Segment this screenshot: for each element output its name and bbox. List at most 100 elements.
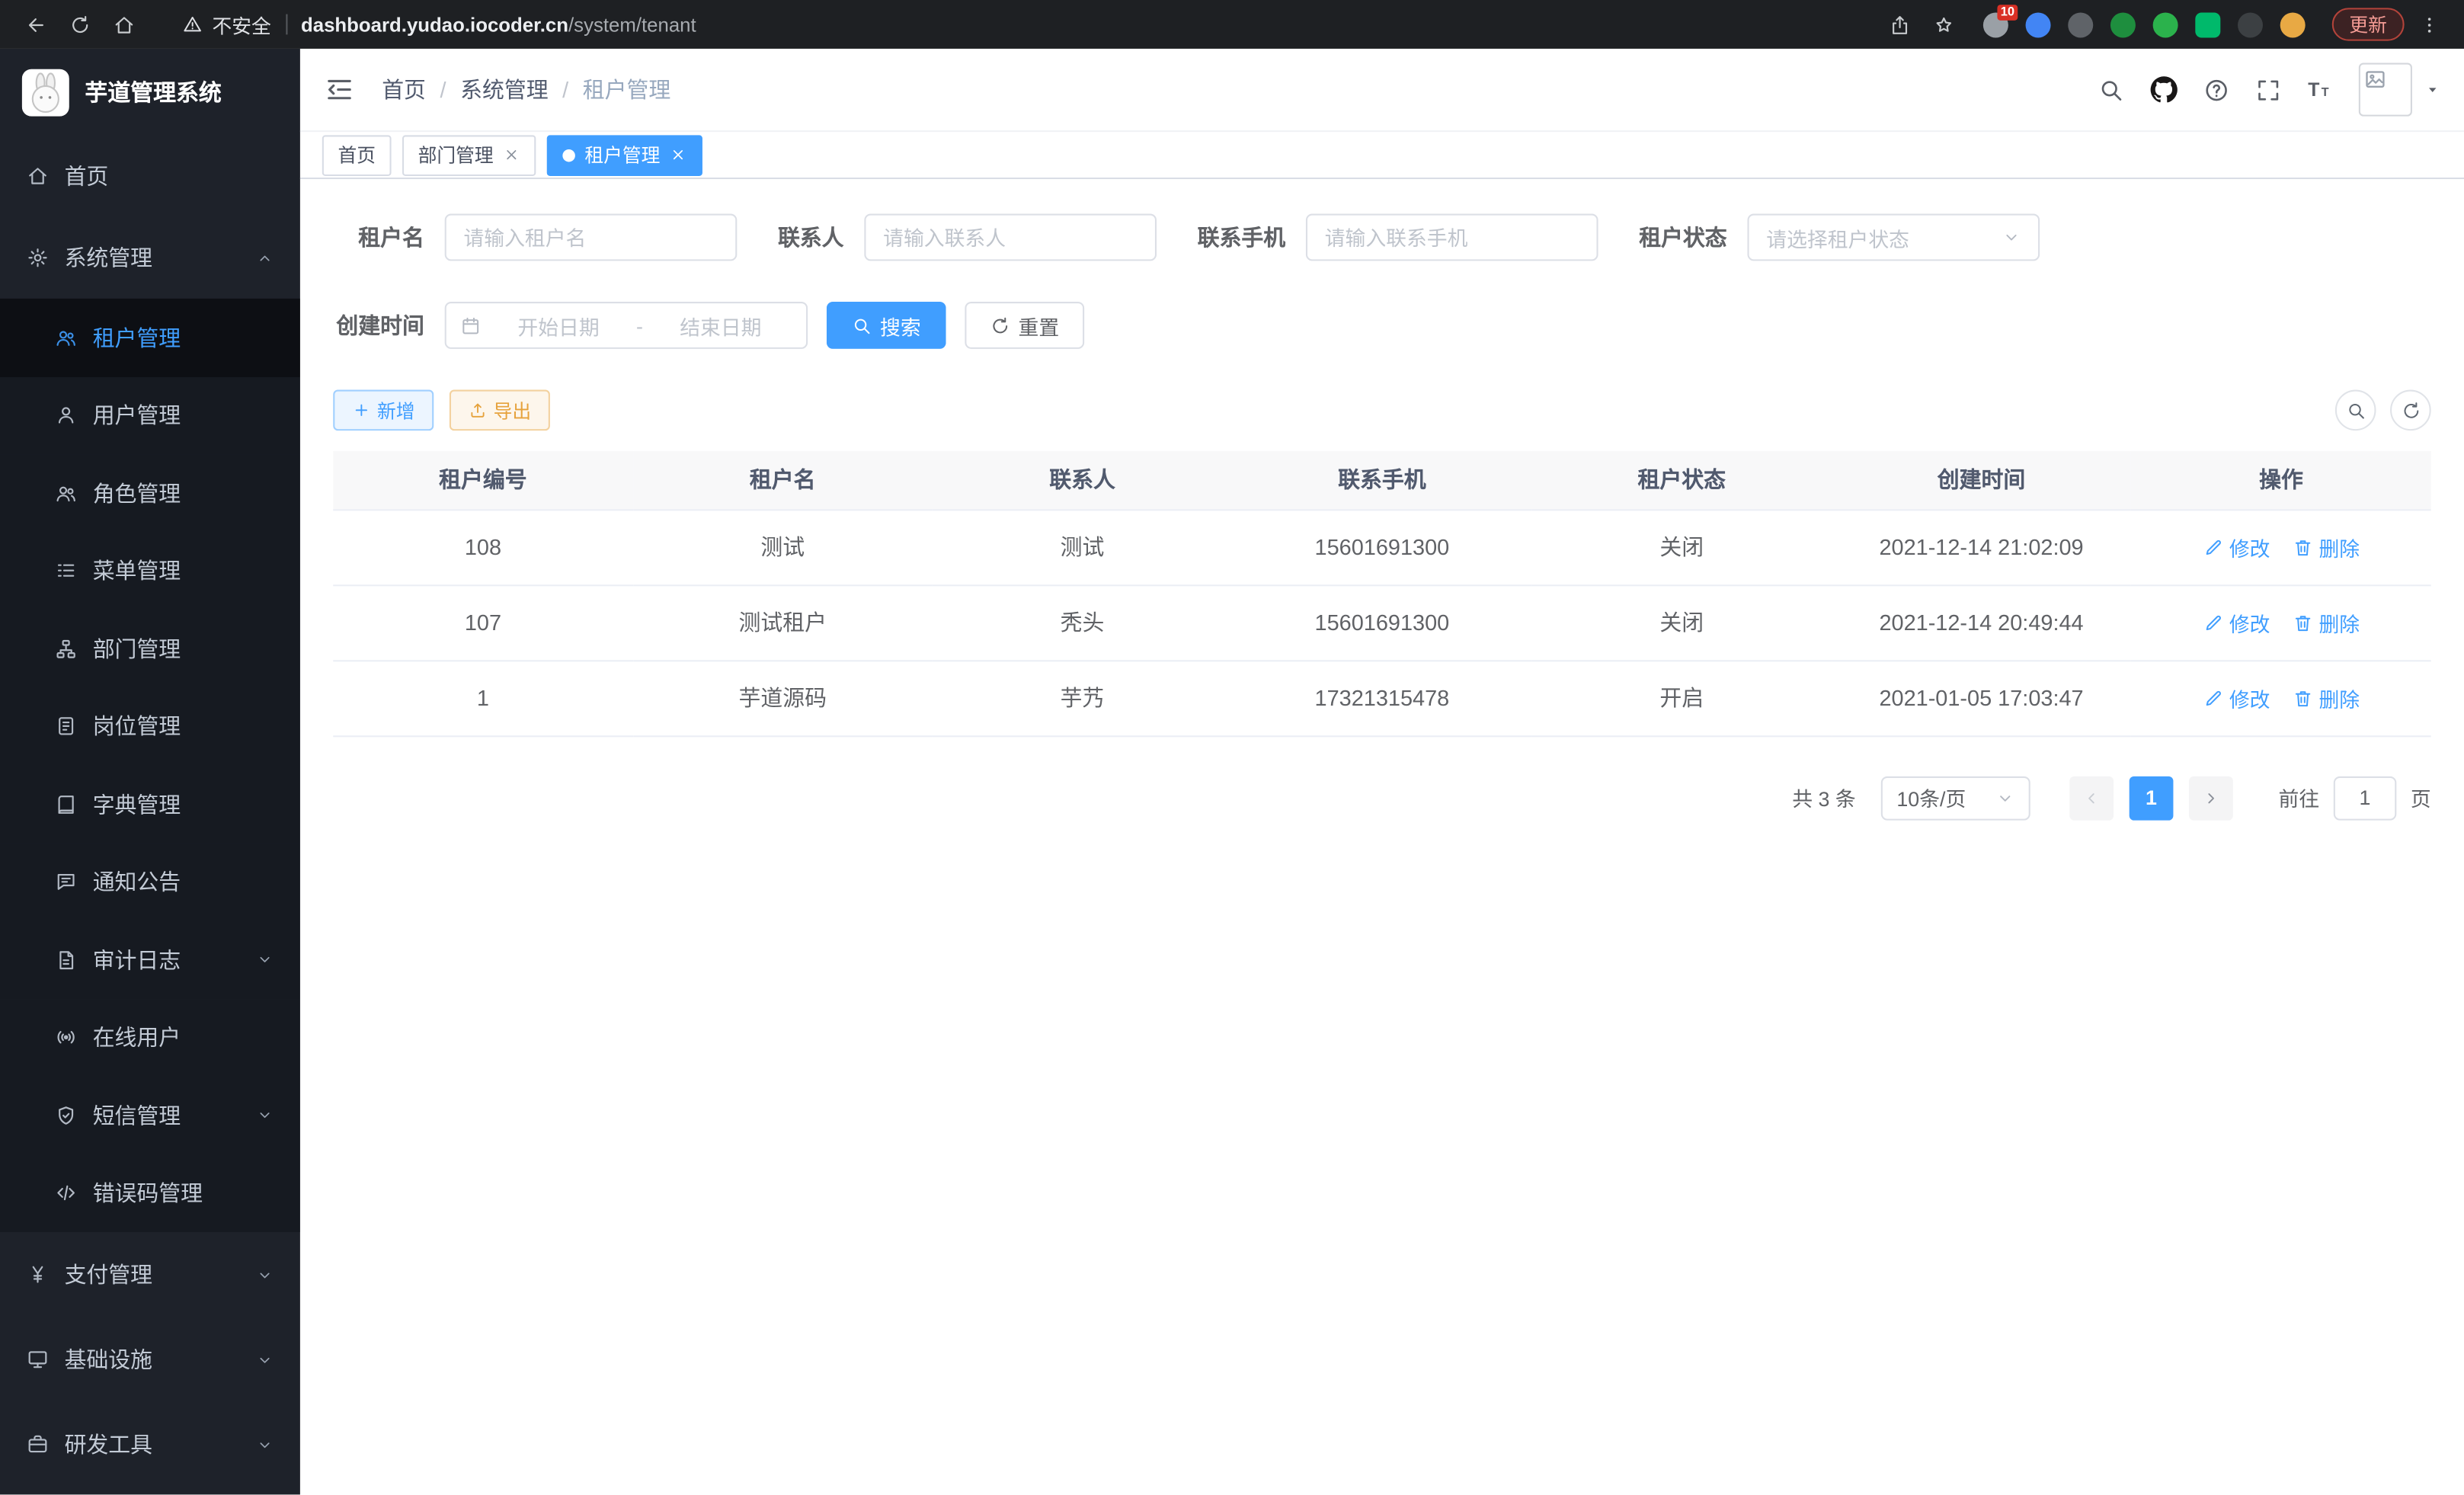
table-toolbar: 新增 导出: [333, 390, 2430, 431]
header-search-icon[interactable]: [2098, 76, 2124, 103]
refresh-table-button[interactable]: [2390, 390, 2431, 431]
sidebar-item-9[interactable]: 通知公告: [0, 844, 300, 921]
sidebar-item-4[interactable]: 角色管理: [0, 454, 300, 532]
browser-home-button[interactable]: [104, 5, 143, 44]
edit-link[interactable]: 修改: [2203, 683, 2270, 712]
sidebar-item-13[interactable]: 错误码管理: [0, 1154, 300, 1232]
sidebar-item-10[interactable]: 审计日志: [0, 921, 300, 999]
breadcrumb-separator: /: [440, 77, 446, 102]
cell-create-time: 2021-12-14 21:02:09: [1832, 509, 2131, 584]
extension-icon-1[interactable]: [2026, 11, 2051, 37]
contact-input[interactable]: [864, 214, 1157, 261]
extension-icon-2[interactable]: [2068, 11, 2093, 37]
fullscreen-icon[interactable]: [2255, 76, 2282, 103]
sidebar-item-16[interactable]: 研发工具: [0, 1402, 300, 1487]
browser-update-button[interactable]: 更新: [2332, 8, 2405, 40]
extension-icon-0[interactable]: 10: [1983, 11, 2008, 37]
sidebar-collapse-button[interactable]: [324, 74, 355, 105]
edit-icon: [2203, 687, 2223, 708]
goto-page: 前往 页: [2279, 776, 2431, 820]
delete-link[interactable]: 删除: [2292, 532, 2360, 562]
cell-actions: 修改删除: [2131, 509, 2430, 584]
home-icon: [112, 14, 134, 36]
sidebar-item-8[interactable]: 字典管理: [0, 765, 300, 843]
browser-menu-button[interactable]: [2409, 5, 2449, 44]
tab-1[interactable]: 部门管理: [402, 134, 536, 175]
plus-icon: [352, 401, 371, 420]
extension-icon-5[interactable]: [2195, 11, 2220, 37]
bookmark-button[interactable]: [1925, 5, 1965, 44]
extension-icon-6[interactable]: [2238, 11, 2263, 37]
chevron-down-icon: [256, 1266, 274, 1283]
goto-page-input[interactable]: [2334, 776, 2397, 820]
sidebar-item-2[interactable]: 租户管理: [0, 299, 300, 376]
address-bar[interactable]: 不安全 dashboard.yudao.iocoder.cn/system/te…: [182, 9, 1858, 39]
breadcrumb-item-1[interactable]: 系统管理: [460, 74, 549, 105]
app-logo-header[interactable]: 芋道管理系统: [0, 49, 300, 135]
avatar-caret-icon[interactable]: [2424, 82, 2440, 98]
cell-contact-name: 芋艿: [933, 660, 1232, 735]
breadcrumb-item-0[interactable]: 首页: [382, 74, 426, 105]
reset-button[interactable]: 重置: [965, 302, 1084, 349]
filter-row-1: 租户名 联系人 联系手机 租户状态 请选择租户状态: [333, 214, 2430, 261]
delete-link[interactable]: 删除: [2292, 607, 2360, 637]
sidebar-item-1[interactable]: 系统管理: [0, 217, 300, 299]
sidebar-item-3[interactable]: 用户管理: [0, 376, 300, 454]
sidebar-item-0[interactable]: 首页: [0, 135, 300, 216]
page-size-select[interactable]: 10条/页: [1881, 776, 2030, 820]
breadcrumb-item-2[interactable]: 租户管理: [583, 74, 671, 105]
edit-link[interactable]: 修改: [2203, 532, 2270, 562]
sidebar-item-7[interactable]: 岗位管理: [0, 687, 300, 765]
close-icon[interactable]: [503, 146, 520, 164]
extension-icon-3[interactable]: [2110, 11, 2136, 37]
edit-link[interactable]: 修改: [2203, 607, 2270, 637]
browser-back-button[interactable]: [16, 5, 56, 44]
security-warning-label: 不安全: [212, 9, 270, 39]
sidebar-item-5[interactable]: 菜单管理: [0, 532, 300, 610]
tenant-name-label: 租户名: [333, 222, 424, 253]
export-button[interactable]: 导出: [450, 390, 550, 431]
tab-0[interactable]: 首页: [322, 134, 392, 175]
monitor-icon: [27, 1349, 49, 1371]
sidebar-item-11[interactable]: 在线用户: [0, 999, 300, 1077]
share-button[interactable]: [1881, 5, 1921, 44]
sidebar-item-14[interactable]: 支付管理: [0, 1232, 300, 1317]
phone-input[interactable]: [1306, 214, 1598, 261]
tenant-status-select[interactable]: 请选择租户状态: [1748, 214, 2040, 261]
trash-icon: [2292, 536, 2312, 557]
filter-tenant-name: 租户名: [333, 214, 737, 261]
tenant-name-input[interactable]: [445, 214, 738, 261]
browser-reload-button[interactable]: [59, 5, 99, 44]
chevron-down-icon: [256, 1107, 274, 1125]
font-size-icon[interactable]: TT: [2307, 76, 2334, 103]
github-icon[interactable]: [2150, 75, 2178, 104]
table-row-0: 108测试测试15601691300关闭2021-12-14 21:02:09修…: [333, 509, 2430, 584]
create-time-range-picker[interactable]: 开始日期 - 结束日期: [445, 302, 808, 349]
svg-text:T: T: [2308, 79, 2319, 100]
column-header-1: 租户名: [633, 451, 933, 509]
page-1-button[interactable]: 1: [2130, 776, 2174, 820]
help-icon[interactable]: [2203, 76, 2230, 103]
table-row-1: 107测试租户秃头15601691300关闭2021-12-14 20:49:4…: [333, 584, 2430, 660]
list-icon: [55, 560, 77, 582]
add-button[interactable]: 新增: [333, 390, 434, 431]
extension-icon-4[interactable]: [2153, 11, 2178, 37]
avatar[interactable]: [2359, 63, 2412, 117]
toggle-search-button[interactable]: [2335, 390, 2376, 431]
close-icon[interactable]: [670, 146, 687, 164]
goto-label: 前往: [2279, 783, 2320, 812]
calendar-icon: [460, 315, 481, 336]
sidebar-item-6[interactable]: 部门管理: [0, 610, 300, 687]
sidebar-item-15[interactable]: 基础设施: [0, 1317, 300, 1401]
search-button[interactable]: 搜索: [827, 302, 946, 349]
extension-icon-7[interactable]: [2280, 11, 2306, 37]
prev-page-button[interactable]: [2069, 776, 2114, 820]
next-page-button[interactable]: [2189, 776, 2233, 820]
tab-2[interactable]: 租户管理: [547, 134, 702, 175]
start-date-placeholder: 开始日期: [487, 310, 629, 340]
delete-link[interactable]: 删除: [2292, 683, 2360, 712]
sidebar-item-12[interactable]: 短信管理: [0, 1077, 300, 1154]
chevron-down-icon: [256, 1351, 274, 1369]
tree-icon: [55, 638, 77, 660]
search-icon: [2345, 400, 2366, 421]
